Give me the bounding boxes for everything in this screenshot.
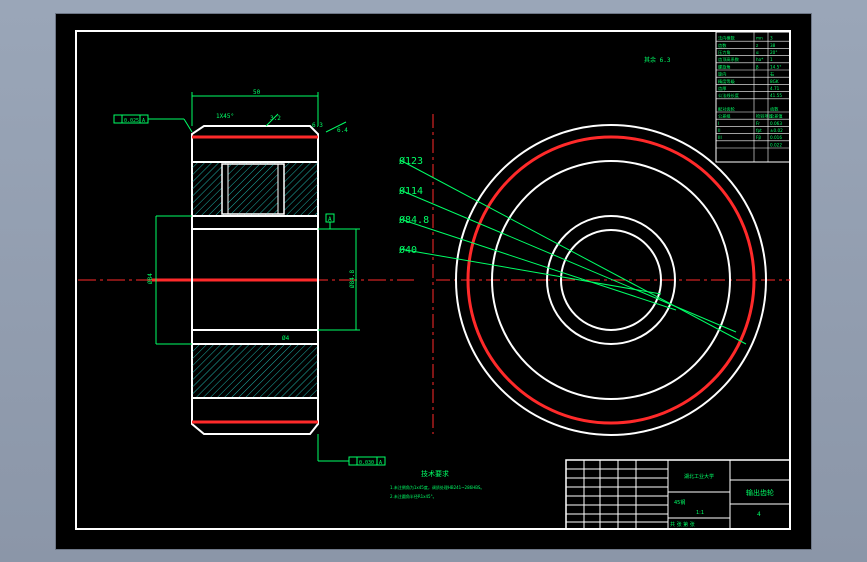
param-cell: 1: [770, 57, 773, 62]
leader-d4: Ø40: [399, 244, 417, 256]
title-drawing-no: 4: [757, 511, 761, 518]
roughness-note: 其余 6.3: [644, 56, 671, 64]
param-cell: 公法线长度: [718, 92, 740, 99]
drawing-canvas: 50 1X45° 3.2 6.3 6.4 Ø84 Ø84.8 Ø4 0.025 …: [56, 14, 811, 549]
title-scale: 1:1: [696, 510, 704, 516]
dim-inner: Ø4: [282, 335, 290, 342]
param-cell: 38: [770, 43, 776, 48]
param-cell: z: [756, 43, 759, 48]
leader-d2: Ø114: [399, 185, 423, 197]
param-cell: β: [756, 64, 759, 69]
datum-label: A: [328, 216, 332, 223]
param-cell: ±0.02: [770, 128, 783, 133]
param-cell: 精度等级: [718, 78, 736, 85]
title-sheet: 共 张 第 张: [670, 521, 695, 528]
param-table: 法向模数 mn 3 齿数 z 38 压力角 α 20° 齿顶高系数 ha* 1 螺旋角 β 14.5° 旋向 右…: [715, 31, 791, 163]
param-cell: 公差组: [718, 113, 731, 119]
param-cell: 14.5°: [770, 64, 781, 69]
leader-d1: Ø123: [399, 155, 423, 167]
param-cell: 8GK: [770, 79, 779, 84]
param-cell: 4.71: [770, 86, 780, 91]
param-cell: 齿数: [718, 42, 727, 49]
param-cell: 螺旋角: [718, 63, 731, 70]
dim-width: 50: [253, 89, 261, 96]
param-cell: 公差值: [770, 113, 783, 120]
dim-hole: Ø84: [147, 273, 154, 284]
param-cell: 0.022: [770, 142, 782, 147]
param-cell: 0.016: [770, 135, 782, 140]
tech-requirements: 技术要求 1.未注倒角为1x45度，调质处理HB241~286HBS。 2.未注…: [390, 469, 484, 499]
section-view: 50 1X45° 3.2 6.3 6.4 Ø84 Ø84.8 Ø4 0.025 …: [78, 89, 414, 466]
param-cell: 右: [770, 71, 774, 78]
param-cell: I: [718, 121, 719, 126]
param-cell: Fr: [756, 121, 760, 126]
dim-hub: Ø84.8: [349, 270, 356, 288]
title-material: 45钢: [674, 499, 685, 506]
tech-line1: 1.未注倒角为1x45度，调质处理HB241~286HBS。: [390, 484, 484, 490]
param-cell: 旋向: [718, 71, 726, 78]
param-cell: Fβ: [756, 135, 761, 140]
roughness-side: 6.3: [312, 122, 323, 129]
tech-title: 技术要求: [421, 469, 449, 478]
gear-drawing: 50 1X45° 3.2 6.3 6.4 Ø84 Ø84.8 Ø4 0.025 …: [75, 30, 791, 530]
dim-chamfer: 1X45°: [216, 113, 234, 120]
title-block: 湖北工业大学 输出齿轮 4 1:1 45钢 共 张 第 张: [565, 459, 791, 530]
tol-top-ref: A: [142, 118, 145, 124]
param-cell: ha*: [756, 57, 763, 62]
param-cell: 法向模数: [718, 35, 736, 42]
leader-d3: Ø84.8: [399, 214, 429, 226]
tol-bottom-ref: A: [379, 460, 382, 466]
param-cell: 41.55: [770, 93, 782, 98]
param-cell: 齿厚: [718, 86, 726, 92]
param-cell: 齿顶高系数: [718, 56, 740, 63]
title-school: 湖北工业大学: [684, 473, 714, 480]
param-cell: fpt: [756, 128, 762, 133]
param-cell: 0.063: [770, 121, 782, 126]
param-cell: 齿数: [770, 105, 779, 112]
tol-top-value: 0.025: [124, 118, 139, 124]
param-cell: 压力角: [718, 49, 731, 56]
tol-bottom-value: 0.030: [359, 460, 374, 466]
tech-line2: 2.未注圆角半径R1x45°。: [390, 493, 437, 499]
param-cell: 20°: [770, 50, 777, 55]
roughness-right: 6.4: [337, 127, 348, 134]
title-part-name: 输出齿轮: [746, 488, 774, 497]
param-cell: 配对齿轮: [718, 105, 736, 112]
param-cell: III: [718, 135, 722, 140]
param-cell: 3: [770, 36, 773, 41]
param-cell: mn: [756, 36, 763, 41]
param-cell: II: [718, 128, 720, 133]
param-cell: α: [756, 50, 759, 55]
